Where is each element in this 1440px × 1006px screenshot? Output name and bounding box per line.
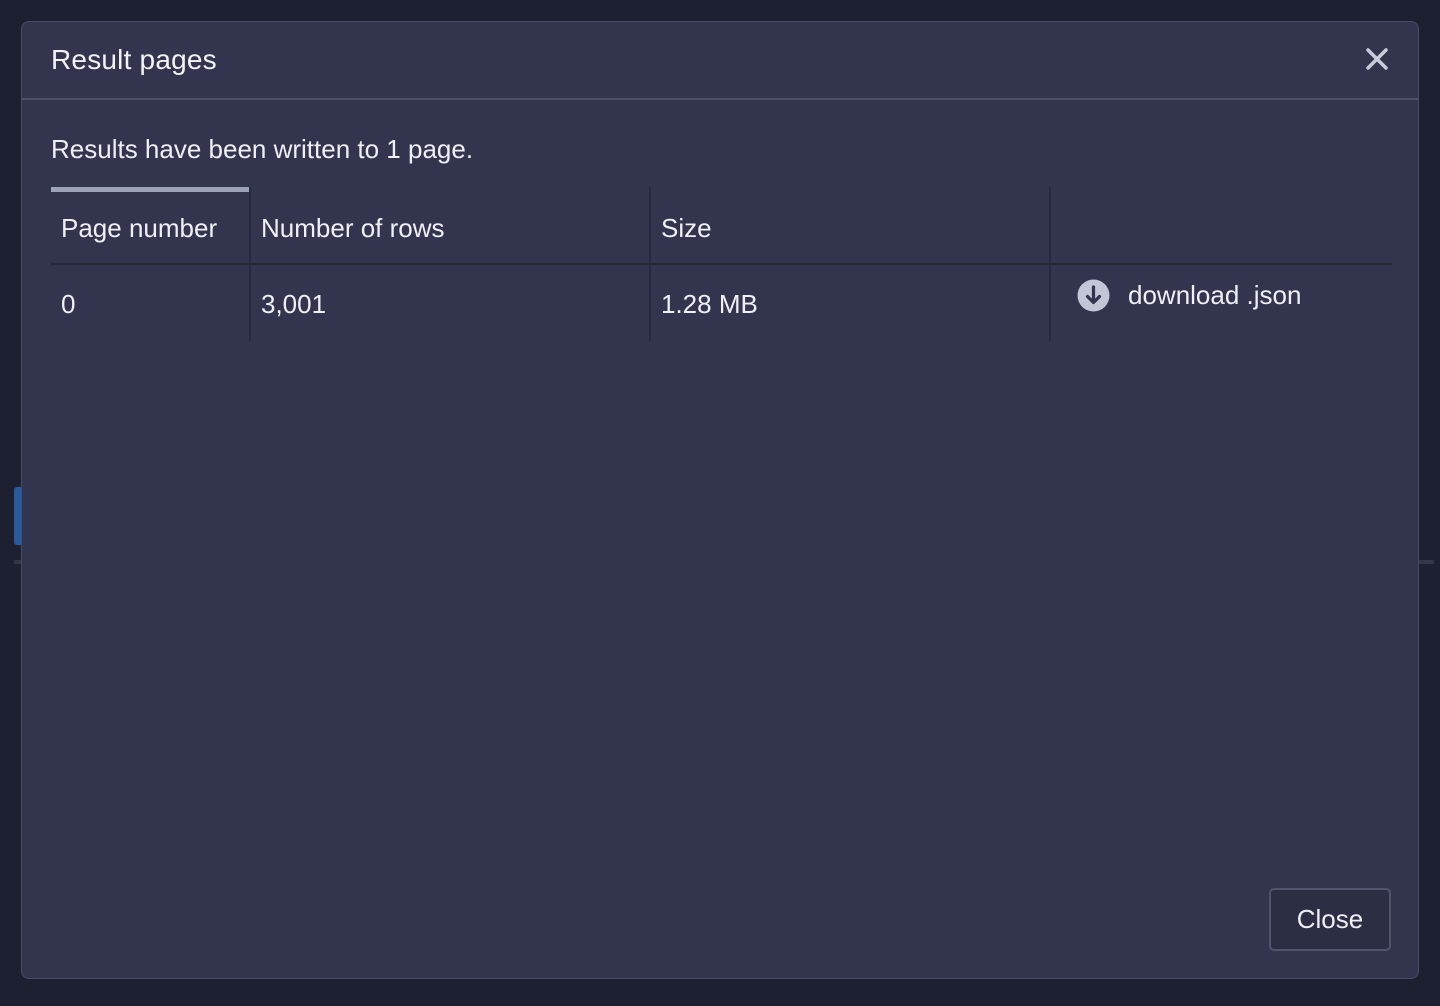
download-json-label: download .json xyxy=(1128,280,1302,310)
dialog-title: Result pages xyxy=(51,44,217,75)
column-header-size[interactable]: Size xyxy=(651,187,1051,263)
result-pages-table: Page number Number of rows Size 0 3,001 … xyxy=(51,187,1392,341)
table-row: 0 3,001 1.28 MB download .json xyxy=(51,265,1392,341)
result-pages-dialog: Result pages Results have been written t… xyxy=(21,21,1419,979)
dialog-header: Result pages xyxy=(22,22,1418,100)
cell-number-of-rows: 3,001 xyxy=(251,265,651,341)
column-header-page-number[interactable]: Page number xyxy=(51,187,251,263)
column-header-actions xyxy=(1051,187,1392,263)
results-summary: Results have been written to 1 page. xyxy=(51,134,474,164)
cell-size: 1.28 MB xyxy=(651,265,1051,341)
table-header-row: Page number Number of rows Size xyxy=(51,187,1392,265)
cell-page-number: 0 xyxy=(51,265,251,341)
close-icon[interactable] xyxy=(1362,44,1392,74)
close-button[interactable]: Close xyxy=(1269,888,1391,951)
download-json-link[interactable]: download .json xyxy=(1077,279,1301,312)
background-table-row xyxy=(0,980,1440,1006)
cell-actions: download .json xyxy=(1051,265,1392,341)
column-header-number-of-rows[interactable]: Number of rows xyxy=(251,187,651,263)
download-circle-icon xyxy=(1077,279,1110,312)
